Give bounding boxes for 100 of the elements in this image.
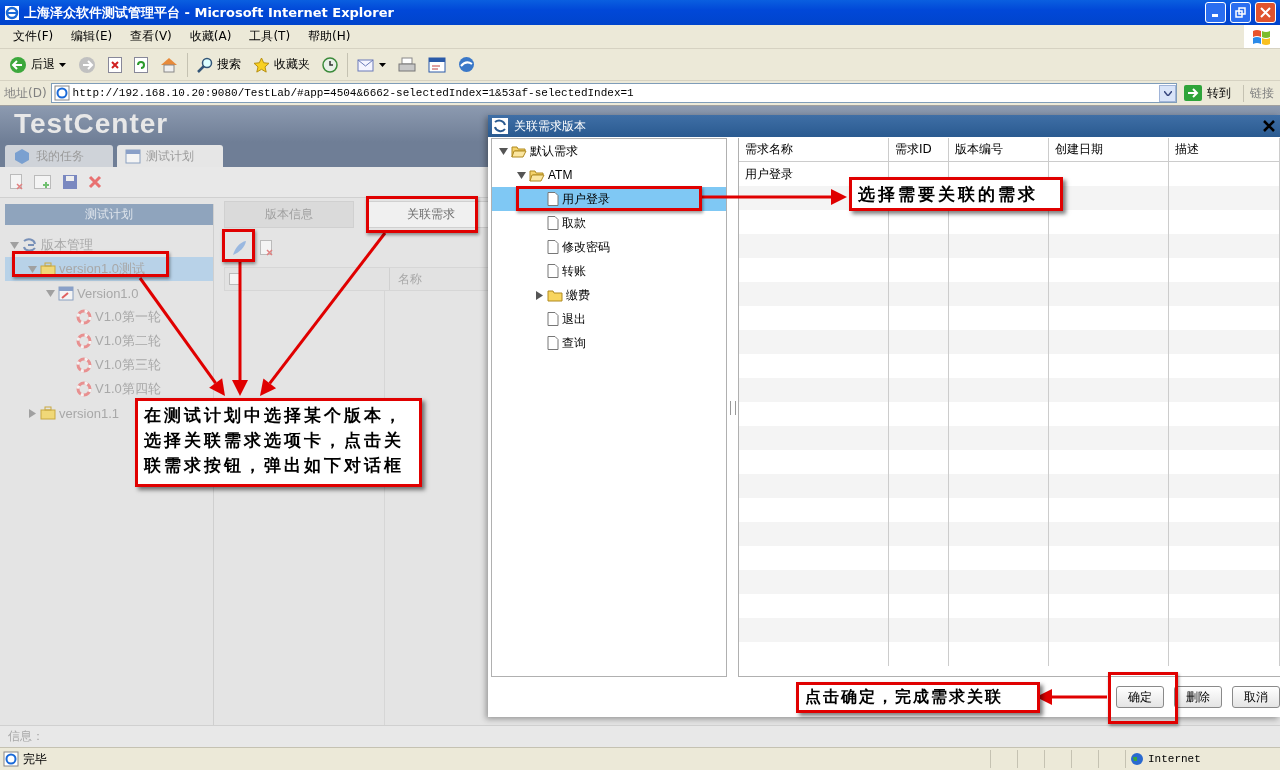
- page-icon: [53, 85, 70, 101]
- caret-down-icon[interactable]: [516, 170, 526, 180]
- printer-icon: [398, 56, 416, 73]
- menu-item[interactable]: 帮助(H): [299, 28, 360, 45]
- delete-document-icon: [10, 174, 24, 190]
- tree-item[interactable]: 转账: [492, 259, 590, 283]
- tree-item[interactable]: 修改密码: [492, 235, 614, 259]
- minimize-button[interactable]: [1205, 2, 1226, 23]
- document-icon: [547, 192, 559, 206]
- stop-button[interactable]: [105, 54, 125, 75]
- dialog-button[interactable]: 确定: [1116, 686, 1164, 708]
- feather-icon: [230, 239, 248, 257]
- history-button[interactable]: [319, 54, 341, 75]
- zone-text: Internet: [1148, 753, 1201, 765]
- menu-item[interactable]: 查看(V): [121, 28, 181, 45]
- clock-icon: [322, 56, 338, 73]
- tree-item-label: 用户登录: [562, 190, 610, 208]
- close-button[interactable]: [1262, 119, 1276, 133]
- table-cell: [889, 234, 949, 258]
- app-logo: TestCenter: [14, 108, 169, 140]
- menu-item[interactable]: 收藏(A): [180, 28, 241, 45]
- dialog-button[interactable]: 取消: [1232, 686, 1280, 708]
- column-header[interactable]: 描述: [1169, 138, 1280, 162]
- tree-item-label: V1.0第二轮: [95, 332, 161, 350]
- tree-item[interactable]: 默认需求: [492, 139, 582, 163]
- tree-item[interactable]: 查询: [492, 331, 590, 355]
- lifebuoy-icon: [76, 381, 92, 397]
- column-header[interactable]: 需求名称: [739, 138, 889, 162]
- checkbox-icon: [229, 273, 241, 285]
- status-text: 完毕: [23, 750, 47, 768]
- envelope-icon: [357, 57, 375, 72]
- folder-icon: [547, 288, 563, 302]
- go-button[interactable]: 转到: [1181, 84, 1239, 102]
- close-icon: [1262, 119, 1276, 133]
- tree-item[interactable]: 缴费: [492, 283, 594, 307]
- tree-item-label: 退出: [562, 310, 586, 328]
- dialog-title: 关联需求版本: [514, 117, 587, 135]
- tree-item-label: 默认需求: [530, 142, 578, 160]
- table-cell: [889, 378, 949, 402]
- address-label: 地址(D): [4, 84, 47, 102]
- restore-button[interactable]: [1230, 2, 1251, 23]
- lifebuoy-icon: [76, 309, 92, 325]
- menu-item[interactable]: 文件(F): [4, 28, 63, 45]
- close-icon: [88, 175, 102, 189]
- notepad-icon: [428, 56, 446, 73]
- flag-logo-icon: [1244, 25, 1280, 48]
- document-icon: [547, 312, 559, 326]
- back-button[interactable]: 后退: [6, 53, 69, 76]
- table-cell: [889, 570, 949, 594]
- callout-text: 在测试计划中选择某个版本，选择关联需求选项卡，点击关联需求按钮，弹出如下对话框: [135, 398, 422, 487]
- callout-text: 点击确定，完成需求关联: [796, 682, 1040, 713]
- table-cell: [889, 618, 949, 642]
- star-icon: [253, 56, 270, 73]
- print-button[interactable]: [395, 54, 419, 75]
- swirl-icon: [22, 238, 38, 252]
- info-label: 信息：: [8, 728, 44, 745]
- panel-title: 测试计划: [5, 204, 213, 225]
- calendar-icon: [125, 148, 141, 164]
- document-icon: [547, 336, 559, 350]
- search-button[interactable]: 搜索: [194, 54, 244, 75]
- tree-item-label: 转账: [562, 262, 586, 280]
- arrow-right-icon: [1183, 84, 1203, 102]
- tree-item-label: version1.0测试: [59, 260, 145, 278]
- callout-text: 选择需要关联的需求: [849, 177, 1063, 211]
- edit-button[interactable]: [425, 54, 449, 75]
- splitter-handle[interactable]: [729, 400, 736, 415]
- window-title: 上海泽众软件测试管理平台 - Microsoft Internet Explorer: [24, 3, 395, 22]
- tree-item-label: 取款: [562, 214, 586, 232]
- add-window-icon: [34, 174, 52, 190]
- tree-item[interactable]: 退出: [492, 307, 590, 331]
- briefcase-icon: [40, 262, 56, 276]
- stop-icon: [108, 56, 122, 73]
- table-cell: [889, 282, 949, 306]
- highlight-frame: [222, 229, 255, 262]
- table-cell: [889, 474, 949, 498]
- document-icon: [547, 240, 559, 254]
- table-cell: [889, 426, 949, 450]
- menu-item[interactable]: 编辑(E): [62, 28, 122, 45]
- caret-down-icon[interactable]: [498, 146, 508, 156]
- refresh-button[interactable]: [131, 54, 151, 75]
- column-header[interactable]: 创建日期: [1049, 138, 1169, 162]
- tree-item[interactable]: ATM: [492, 163, 577, 187]
- menu-item[interactable]: 工具(T): [240, 28, 300, 45]
- column-header[interactable]: 需求ID: [889, 138, 949, 162]
- column-header[interactable]: 版本编号: [949, 138, 1049, 162]
- globe-icon: [1130, 752, 1144, 766]
- caret-down-icon: [59, 62, 66, 67]
- dropdown-button[interactable]: [1159, 84, 1176, 102]
- tree-item-label: 修改密码: [562, 238, 610, 256]
- highlight-frame: [1108, 672, 1178, 724]
- delete-document-icon: [260, 240, 274, 256]
- table-cell: [889, 330, 949, 354]
- tree-item-label: 查询: [562, 334, 586, 352]
- close-icon: [1260, 7, 1271, 18]
- refresh-icon: [134, 56, 148, 73]
- swirl-icon: [492, 118, 508, 134]
- document-icon: [547, 216, 559, 230]
- favorites-button[interactable]: 收藏夹: [250, 54, 313, 75]
- address-field[interactable]: http://192.168.10.20:9080/TestLab/#app=4504&6662-selectedIndex=1&53af-selectedIndex=1: [50, 83, 1177, 103]
- lifebuoy-icon: [76, 333, 92, 349]
